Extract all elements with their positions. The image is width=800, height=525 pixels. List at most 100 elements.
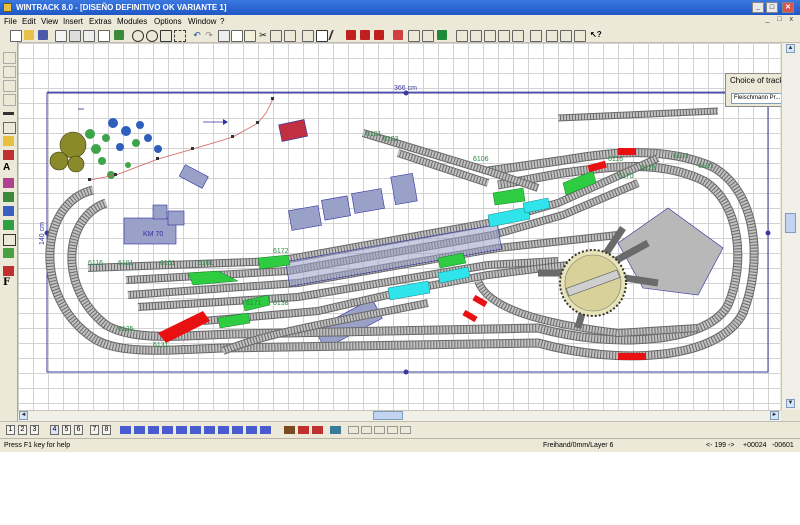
- clipboard-icon[interactable]: [284, 30, 296, 42]
- small-shed[interactable]: [178, 164, 209, 189]
- dimension-icon[interactable]: [512, 30, 524, 42]
- layout-canvas[interactable]: 366 cm 140 cm KM 70 6101 6103 6106 6116 …: [18, 43, 780, 410]
- scroll-right-icon[interactable]: ►: [770, 411, 779, 420]
- straight-track-icon[interactable]: [3, 52, 16, 64]
- mdi-close-button[interactable]: x: [790, 16, 797, 23]
- nav-end-icon[interactable]: [400, 426, 411, 434]
- page-tab-4[interactable]: 4: [50, 425, 59, 435]
- layer-9-icon[interactable]: [232, 426, 243, 434]
- document-icon[interactable]: [98, 30, 110, 42]
- close-button[interactable]: ✕: [782, 2, 794, 13]
- layer-2-icon[interactable]: [134, 426, 145, 434]
- height-icon[interactable]: [470, 30, 482, 42]
- scroll-up-icon[interactable]: ▲: [786, 44, 795, 53]
- menu-edit[interactable]: Edit: [22, 15, 36, 28]
- page-tab-8[interactable]: 8: [102, 425, 111, 435]
- layer-down-icon[interactable]: [560, 30, 572, 42]
- pen-icon[interactable]: [328, 30, 344, 40]
- red-house[interactable]: [278, 119, 308, 142]
- module-red-icon[interactable]: [298, 426, 309, 434]
- menu-extras[interactable]: Extras: [89, 15, 112, 28]
- page-tab-2[interactable]: 2: [18, 425, 27, 435]
- undo-icon[interactable]: ↶: [192, 30, 202, 40]
- terrain-icon[interactable]: [437, 30, 447, 40]
- layer-11-icon[interactable]: [260, 426, 271, 434]
- bridge-icon[interactable]: [3, 112, 14, 115]
- track-plan[interactable]: 366 cm 140 cm KM 70 6101 6103 6106 6116 …: [18, 43, 780, 410]
- context-help-icon[interactable]: ↖?: [590, 30, 602, 40]
- image-icon[interactable]: [114, 30, 124, 40]
- buffer-icon[interactable]: [3, 136, 14, 146]
- new-file-icon[interactable]: [10, 30, 22, 42]
- delete-icon[interactable]: [270, 30, 282, 42]
- nav-next-icon[interactable]: [374, 426, 385, 434]
- switch-icon[interactable]: [3, 80, 16, 92]
- curve-track-icon[interactable]: [3, 66, 16, 78]
- page-tab-7[interactable]: 7: [90, 425, 99, 435]
- grass-icon[interactable]: [3, 248, 14, 258]
- paste-icon[interactable]: [244, 30, 256, 42]
- menu-help[interactable]: ?: [220, 15, 224, 28]
- nav-prev-icon[interactable]: [361, 426, 372, 434]
- cut-icon[interactable]: [218, 30, 230, 42]
- tree-icon[interactable]: [3, 192, 14, 202]
- mdi-controls[interactable]: _ □ x: [765, 16, 796, 23]
- module-icon[interactable]: [284, 426, 295, 434]
- menu-file[interactable]: File: [4, 15, 17, 28]
- turntable[interactable]: [538, 207, 724, 329]
- save-icon[interactable]: [38, 30, 48, 40]
- select-icon[interactable]: [302, 30, 314, 42]
- print-icon[interactable]: [69, 30, 81, 42]
- menu-options[interactable]: Options: [154, 15, 182, 28]
- layer-8-icon[interactable]: [218, 426, 229, 434]
- grid-icon[interactable]: [422, 30, 434, 42]
- water-icon[interactable]: [3, 206, 14, 216]
- angle-icon[interactable]: [484, 30, 496, 42]
- layer-6-icon[interactable]: [190, 426, 201, 434]
- frame-icon[interactable]: [3, 234, 16, 246]
- page-tab-6[interactable]: 6: [74, 425, 83, 435]
- module-export-icon[interactable]: [312, 426, 323, 434]
- vertical-scrollbar[interactable]: ▲ ▼: [781, 43, 800, 410]
- road-icon[interactable]: [3, 122, 16, 134]
- page-setup-icon[interactable]: [83, 30, 95, 42]
- pointer-icon[interactable]: [316, 30, 328, 42]
- layer-icon[interactable]: [530, 30, 542, 42]
- layer-10-icon[interactable]: [246, 426, 257, 434]
- flex-track-icon[interactable]: [3, 94, 16, 106]
- properties-icon[interactable]: [574, 30, 586, 42]
- menu-window[interactable]: Window: [188, 15, 216, 28]
- track-block-icon[interactable]: [360, 30, 370, 40]
- nav-first-icon[interactable]: [348, 426, 359, 434]
- menu-view[interactable]: View: [41, 15, 58, 28]
- minimize-button[interactable]: _: [752, 2, 764, 13]
- open-file-icon[interactable]: [24, 30, 34, 40]
- connect-icon[interactable]: [393, 30, 403, 40]
- measure-icon[interactable]: [456, 30, 468, 42]
- layer-4-icon[interactable]: [162, 426, 173, 434]
- shape-icon[interactable]: [3, 178, 14, 188]
- menu-modules[interactable]: Modules: [117, 15, 147, 28]
- redo-icon[interactable]: ↷: [204, 30, 214, 40]
- vertical-scroll-thumb[interactable]: [785, 213, 796, 233]
- menu-insert[interactable]: Insert: [63, 15, 83, 28]
- maximize-button[interactable]: □: [766, 2, 778, 13]
- page-tab-3[interactable]: 3: [30, 425, 39, 435]
- 3d-view-icon[interactable]: [330, 426, 341, 434]
- layer-1-icon[interactable]: [120, 426, 131, 434]
- layer-up-icon[interactable]: [546, 30, 558, 42]
- zoom-window-icon[interactable]: [160, 30, 172, 42]
- rail-icon[interactable]: [3, 266, 14, 276]
- layer-5-icon[interactable]: [176, 426, 187, 434]
- mdi-minimize-button[interactable]: _: [765, 16, 772, 23]
- scissors-icon[interactable]: ✂: [258, 30, 268, 40]
- mdi-restore-button[interactable]: □: [777, 16, 784, 23]
- industrial-buildings[interactable]: [288, 172, 418, 231]
- zoom-out-icon[interactable]: [132, 30, 144, 42]
- ruler-icon[interactable]: [498, 30, 510, 42]
- copy-icon[interactable]: [231, 30, 243, 42]
- page-tab-1[interactable]: 1: [6, 425, 15, 435]
- page-tab-5[interactable]: 5: [62, 425, 71, 435]
- print-preview-icon[interactable]: [55, 30, 67, 42]
- zoom-fit-icon[interactable]: [174, 30, 186, 42]
